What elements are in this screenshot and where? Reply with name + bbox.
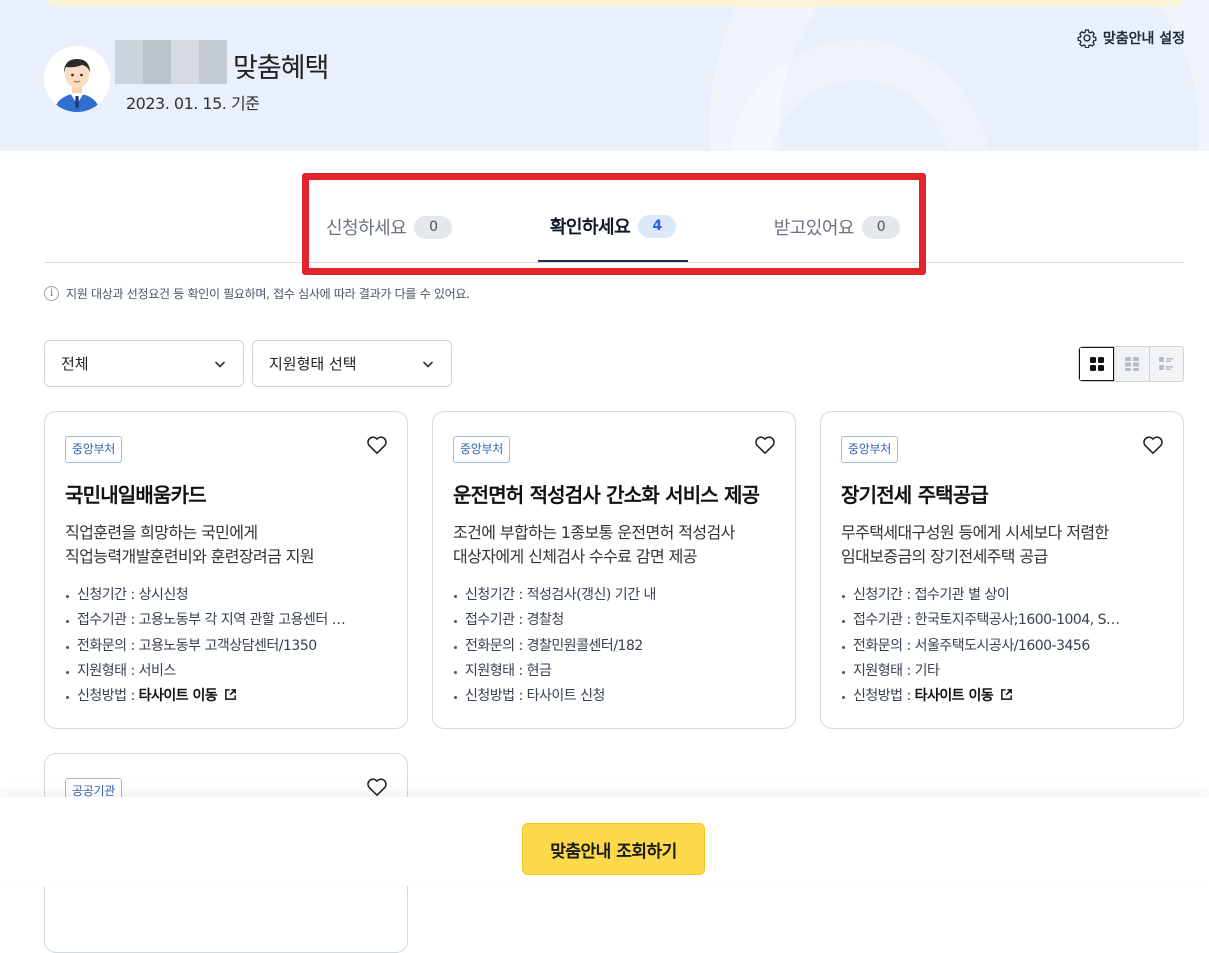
list-view-icon: [1159, 357, 1174, 370]
gear-icon: [1077, 29, 1097, 48]
benefit-card[interactable]: 중앙부처 장기전세 주택공급 무주택세대구성원 등에게 시세보다 저렴한 임대보…: [820, 411, 1184, 729]
card-description: 직업훈련을 희망하는 국민에게 직업능력개발훈련비와 훈련장려금 지원: [65, 523, 315, 566]
external-site-link[interactable]: 타사이트 이동: [915, 688, 994, 704]
detail-apply-method: 신청방법 : 타사이트 신청: [453, 684, 775, 709]
card-detail-list: 신청기간 : 적성검사(갱신) 기간 내 접수기관 : 경찰청 전화문의 : 경…: [453, 583, 775, 709]
detail-agency: 접수기관 : 한국토지주택공사;1600-1004, S…: [841, 608, 1163, 633]
view-compact-grid-button[interactable]: [1114, 347, 1149, 381]
view-list-button[interactable]: [1148, 347, 1183, 381]
support-type-select[interactable]: 지원형태 선택: [252, 340, 452, 387]
tab-label: 신청하세요: [326, 218, 407, 239]
reference-date: 2023. 01. 15. 기준: [126, 94, 260, 113]
user-avatar-icon: [44, 46, 110, 112]
detail-phone: 전화문의 : 서울주택도시공사/1600-3456: [841, 634, 1163, 659]
custom-settings-link[interactable]: 맞춤안내 설정: [1077, 28, 1185, 48]
benefit-card[interactable]: 중앙부처 운전면허 적성검사 간소화 서비스 제공 조건에 부합하는 1종보통 …: [432, 411, 796, 729]
view-grid-button[interactable]: [1079, 347, 1115, 381]
tab-count-badge: 0: [414, 215, 453, 239]
blurred-user-name: [115, 40, 227, 84]
tab-count-badge: 0: [862, 215, 900, 239]
info-notice: i 지원 대상과 선정요건 등 확인이 필요하며, 접수 심사에 따라 결과가 …: [44, 285, 470, 302]
notice-strip: [46, 0, 1184, 7]
card-description: 무주택세대구성원 등에게 시세보다 저렴한 임대보증금의 장기전세주택 공급: [841, 523, 1109, 566]
detail-apply-method: 신청방법 : 타사이트 이동: [65, 684, 387, 709]
agency-badge: 중앙부처: [65, 436, 122, 463]
agency-badge: 중앙부처: [453, 436, 510, 463]
info-icon: i: [44, 286, 59, 301]
custom-guide-search-button[interactable]: 맞춤안내 조회하기: [522, 823, 705, 875]
card-title: 국민내일배움카드: [65, 483, 207, 507]
detail-apply-period: 신청기간 : 적성검사(갱신) 기간 내: [453, 583, 775, 608]
chevron-down-icon: [422, 360, 434, 368]
detail-support-type: 지원형태 : 기타: [841, 659, 1163, 684]
external-link-icon: [1001, 689, 1013, 701]
view-mode-toggle: [1078, 346, 1184, 382]
info-text: 지원 대상과 선정요건 등 확인이 필요하며, 접수 심사에 따라 결과가 다를…: [66, 287, 470, 301]
chevron-down-icon: [214, 360, 226, 368]
card-description: 조건에 부합하는 1종보통 운전면허 적성검사 대상자에게 신체검사 수수료 감…: [453, 523, 735, 566]
bottom-action-bar: 맞춤안내 조회하기: [0, 797, 1209, 886]
heart-icon[interactable]: [366, 435, 388, 455]
support-type-select-value: 지원형태 선택: [269, 355, 357, 373]
category-select[interactable]: 전체: [44, 340, 244, 387]
tab-label: 받고있어요: [773, 218, 855, 239]
detail-phone: 전화문의 : 고용노동부 고객상담센터/1350: [65, 634, 387, 659]
card-detail-list: 신청기간 : 접수기관 별 상이 접수기관 : 한국토지주택공사;1600-10…: [841, 583, 1163, 709]
tab-apply[interactable]: 신청하세요 0: [314, 192, 464, 262]
compact-grid-icon: [1124, 357, 1139, 371]
card-detail-list: 신청기간 : 상시신청 접수기관 : 고용노동부 각 지역 관할 고용센터 … …: [65, 583, 387, 709]
card-title: 장기전세 주택공급: [841, 483, 989, 507]
detail-phone: 전화문의 : 경찰민원콜센터/182: [453, 634, 775, 659]
tab-divider: [44, 262, 1184, 263]
heart-icon[interactable]: [754, 435, 776, 455]
header-banner: 맞춤혜택 2023. 01. 15. 기준 맞춤안내 설정: [0, 0, 1209, 151]
detail-apply-period: 신청기간 : 접수기관 별 상이: [841, 583, 1163, 608]
grid-view-icon: [1089, 357, 1104, 371]
tab-receiving[interactable]: 받고있어요 0: [762, 192, 912, 262]
heart-icon[interactable]: [366, 777, 388, 797]
detail-support-type: 지원형태 : 서비스: [65, 659, 387, 684]
benefit-card[interactable]: 중앙부처 국민내일배움카드 직업훈련을 희망하는 국민에게 직업능력개발훈련비와…: [44, 411, 408, 729]
benefit-tabs: 신청하세요 0 확인하세요 4 받고있어요 0: [314, 192, 912, 262]
avatar: [44, 46, 110, 112]
agency-badge: 중앙부처: [841, 436, 898, 463]
category-select-value: 전체: [61, 355, 89, 373]
tab-count-badge: 4: [638, 214, 677, 238]
detail-support-type: 지원형태 : 현금: [453, 659, 775, 684]
external-link-icon: [225, 689, 237, 701]
tab-check[interactable]: 확인하세요 4: [537, 192, 689, 262]
external-site-link[interactable]: 타사이트 이동: [139, 688, 218, 704]
tab-label: 확인하세요: [549, 217, 631, 238]
page-title: 맞춤혜택: [233, 53, 329, 84]
settings-label: 맞춤안내 설정: [1102, 31, 1185, 47]
detail-apply-period: 신청기간 : 상시신청: [65, 583, 387, 608]
detail-apply-method: 신청방법 : 타사이트 이동: [841, 684, 1163, 709]
detail-agency: 접수기관 : 경찰청: [453, 608, 775, 633]
card-title: 운전면허 적성검사 간소화 서비스 제공: [453, 483, 760, 507]
detail-agency: 접수기관 : 고용노동부 각 지역 관할 고용센터 …: [65, 608, 387, 633]
heart-icon[interactable]: [1142, 435, 1164, 455]
